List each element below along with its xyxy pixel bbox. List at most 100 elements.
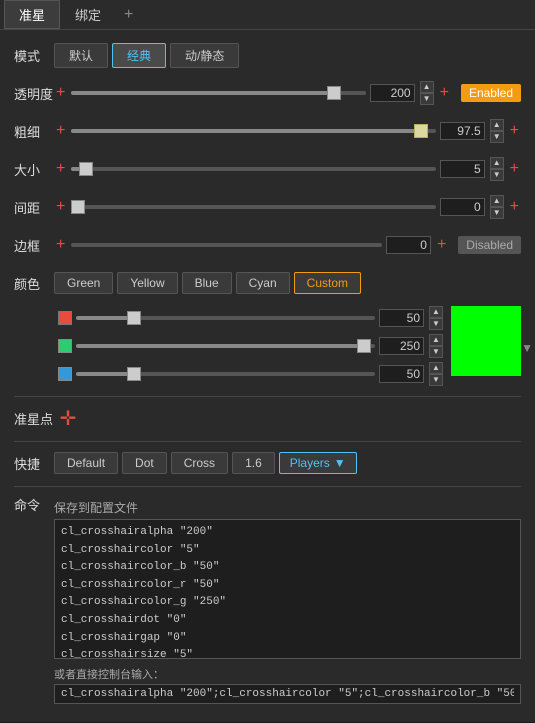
- color-btn-group: Green Yellow Blue Cyan Custom: [54, 272, 361, 294]
- border-controls: + 0 + Disabled: [54, 236, 521, 254]
- border-slider[interactable]: [71, 243, 382, 247]
- main-panel: 模式 默认 经典 动/静态 透明度 + 200 ▲ ▼ + Enabled 粗细: [0, 30, 535, 722]
- b-spin: ▲ ▼: [429, 362, 443, 386]
- r-spin-up[interactable]: ▲: [429, 306, 443, 318]
- r-slider[interactable]: [76, 316, 375, 320]
- size-spin-down[interactable]: ▼: [490, 169, 504, 181]
- color-btn-cyan[interactable]: Cyan: [236, 272, 290, 294]
- thickness-plus[interactable]: +: [54, 122, 67, 140]
- b-input[interactable]: 50: [379, 365, 424, 383]
- color-dropdown-arrow[interactable]: ▼: [521, 341, 533, 355]
- size-slider[interactable]: [71, 167, 435, 171]
- mode-group: 默认 经典 动/静态: [54, 43, 239, 68]
- thickness-plus2[interactable]: +: [508, 122, 521, 140]
- rgb-and-preview: 50 ▲ ▼ 250 ▲ ▼: [14, 306, 521, 390]
- b-spin-down[interactable]: ▼: [429, 374, 443, 386]
- shortcut-cross[interactable]: Cross: [171, 452, 228, 474]
- size-spin: ▲ ▼: [490, 157, 504, 181]
- transparency-input[interactable]: 200: [370, 84, 415, 102]
- transparency-slider[interactable]: [71, 91, 365, 95]
- transparency-plus2[interactable]: +: [438, 84, 451, 102]
- command-box[interactable]: cl_crosshairalpha "200" cl_crosshaircolo…: [54, 519, 521, 659]
- players-arrow: ▼: [334, 456, 346, 470]
- gap-slider[interactable]: [71, 205, 435, 209]
- shortcut-1-6[interactable]: 1.6: [232, 452, 275, 474]
- border-row: 边框 + 0 + Disabled: [14, 230, 521, 260]
- gap-plus2[interactable]: +: [508, 198, 521, 216]
- color-btn-green[interactable]: Green: [54, 272, 113, 294]
- gap-plus[interactable]: +: [54, 198, 67, 216]
- color-btn-yellow[interactable]: Yellow: [117, 272, 177, 294]
- gap-row: 间距 + 0 ▲ ▼ +: [14, 192, 521, 222]
- cmd-input[interactable]: [54, 684, 521, 704]
- g-slider[interactable]: [76, 344, 375, 348]
- mode-btn-classic[interactable]: 经典: [112, 43, 166, 68]
- border-input[interactable]: 0: [386, 236, 431, 254]
- size-input[interactable]: 5: [440, 160, 485, 178]
- size-controls: + 5 ▲ ▼ +: [54, 157, 521, 181]
- size-plus2[interactable]: +: [508, 160, 521, 178]
- transparency-row: 透明度 + 200 ▲ ▼ + Enabled: [14, 78, 521, 108]
- gap-label: 间距: [14, 198, 54, 217]
- divider-3: [14, 486, 521, 487]
- transparency-spin-up[interactable]: ▲: [420, 81, 434, 93]
- crosshair-point-label: 准星点: [14, 409, 54, 428]
- color-preview[interactable]: [451, 306, 521, 376]
- mode-btn-dynamic[interactable]: 动/静态: [170, 43, 239, 68]
- size-plus[interactable]: +: [54, 160, 67, 178]
- tab-add[interactable]: +: [116, 2, 141, 28]
- rgb-g-row: 250 ▲ ▼: [58, 334, 443, 358]
- command-section: 保存到配置文件 cl_crosshairalpha "200" cl_cross…: [54, 499, 521, 704]
- color-preview-wrapper: ▼: [451, 306, 521, 390]
- thickness-input[interactable]: 97.5: [440, 122, 485, 140]
- shortcut-group: Default Dot Cross 1.6 Players ▼: [54, 452, 357, 474]
- thickness-spin-up[interactable]: ▲: [490, 119, 504, 131]
- border-plus[interactable]: +: [54, 236, 67, 254]
- b-spin-up[interactable]: ▲: [429, 362, 443, 374]
- mode-btn-default[interactable]: 默认: [54, 43, 108, 68]
- gap-spin-down[interactable]: ▼: [490, 207, 504, 219]
- thickness-slider[interactable]: [71, 129, 435, 133]
- r-spin: ▲ ▼: [429, 306, 443, 330]
- tab-crosshair[interactable]: 准星: [4, 0, 60, 29]
- divider-1: [14, 396, 521, 397]
- shortcut-dot[interactable]: Dot: [122, 452, 167, 474]
- crosshair-point-icon[interactable]: ✛: [54, 404, 82, 432]
- command-label: 命令: [14, 493, 54, 514]
- g-input[interactable]: 250: [379, 337, 424, 355]
- gap-spin-up[interactable]: ▲: [490, 195, 504, 207]
- transparency-spin: ▲ ▼: [420, 81, 434, 105]
- border-label: 边框: [14, 236, 54, 255]
- g-spin-down[interactable]: ▼: [429, 346, 443, 358]
- color-btn-custom[interactable]: Custom: [294, 272, 361, 294]
- mode-label: 模式: [14, 46, 54, 65]
- size-label: 大小: [14, 160, 54, 179]
- tab-bar: 准星 绑定 +: [0, 0, 535, 30]
- gap-controls: + 0 ▲ ▼ +: [54, 195, 521, 219]
- players-label: Players: [290, 456, 330, 470]
- size-spin-up[interactable]: ▲: [490, 157, 504, 169]
- tab-bind[interactable]: 绑定: [60, 0, 116, 29]
- transparency-badge[interactable]: Enabled: [461, 84, 521, 102]
- shortcut-default[interactable]: Default: [54, 452, 118, 474]
- crosshair-point-row: 准星点 ✛: [14, 403, 521, 433]
- command-row: 命令 保存到配置文件 cl_crosshairalpha "200" cl_cr…: [14, 493, 521, 704]
- thickness-spin-down[interactable]: ▼: [490, 131, 504, 143]
- shortcut-players[interactable]: Players ▼: [279, 452, 357, 474]
- transparency-spin-down[interactable]: ▼: [420, 93, 434, 105]
- b-slider[interactable]: [76, 372, 375, 376]
- save-label: 保存到配置文件: [54, 499, 521, 516]
- thickness-label: 粗细: [14, 122, 54, 141]
- r-input[interactable]: 50: [379, 309, 424, 327]
- transparency-plus[interactable]: +: [54, 84, 67, 102]
- color-btn-blue[interactable]: Blue: [182, 272, 232, 294]
- b-swatch[interactable]: [58, 367, 72, 381]
- border-plus2[interactable]: +: [435, 236, 448, 254]
- border-badge[interactable]: Disabled: [458, 236, 521, 254]
- r-swatch[interactable]: [58, 311, 72, 325]
- g-spin-up[interactable]: ▲: [429, 334, 443, 346]
- gap-input[interactable]: 0: [440, 198, 485, 216]
- r-spin-down[interactable]: ▼: [429, 318, 443, 330]
- g-swatch[interactable]: [58, 339, 72, 353]
- rgb-r-row: 50 ▲ ▼: [58, 306, 443, 330]
